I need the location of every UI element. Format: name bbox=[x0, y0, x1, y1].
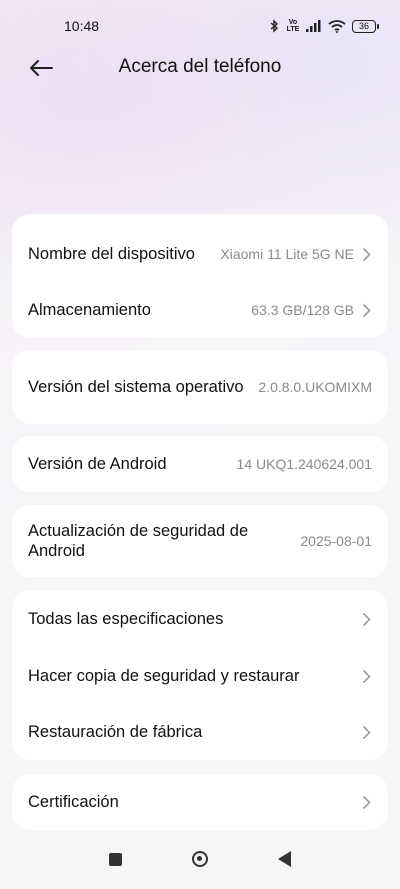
storage-label: Almacenamiento bbox=[28, 301, 151, 319]
android-version-label: Versión de Android bbox=[28, 455, 167, 473]
storage-row[interactable]: Almacenamiento 63.3 GB/128 GB bbox=[12, 286, 388, 334]
security-update-row[interactable]: Actualización de seguridad de Android 20… bbox=[12, 505, 388, 577]
backup-restore-label: Hacer copia de seguridad y restaurar bbox=[28, 667, 300, 685]
android-version-value: 14 UKQ1.240624.001 bbox=[236, 456, 372, 472]
chevron-right-icon bbox=[362, 611, 372, 627]
android-version-card: Versión de Android 14 UKQ1.240624.001 bbox=[12, 436, 388, 492]
wifi-icon bbox=[328, 19, 346, 33]
certification-card: Certificación bbox=[12, 774, 388, 830]
os-version-value: 2.0.8.0.UKOMIXM bbox=[258, 379, 372, 395]
page-title: Acerca del teléfono bbox=[118, 56, 282, 77]
recents-square-icon[interactable] bbox=[109, 852, 122, 866]
home-circle-icon[interactable] bbox=[192, 851, 208, 867]
chevron-right-icon bbox=[362, 794, 372, 810]
certification-label: Certificación bbox=[28, 793, 119, 811]
device-name-value: Xiaomi 11 Lite 5G NE bbox=[220, 246, 354, 262]
chevron-right-icon bbox=[362, 724, 372, 740]
android-version-row[interactable]: Versión de Android 14 UKQ1.240624.001 bbox=[12, 436, 388, 492]
storage-value: 63.3 GB/128 GB bbox=[251, 302, 354, 318]
navigation-bar bbox=[0, 829, 400, 889]
battery-icon: 36 bbox=[352, 19, 379, 33]
device-name-label: Nombre del dispositivo bbox=[28, 245, 195, 263]
device-card: Nombre del dispositivo Xiaomi 11 Lite 5G… bbox=[12, 214, 388, 338]
status-icons: Vo LTE 36 bbox=[269, 19, 379, 33]
signal-icon bbox=[306, 20, 321, 32]
security-update-value: 2025-08-01 bbox=[300, 533, 372, 549]
device-name-row[interactable]: Nombre del dispositivo Xiaomi 11 Lite 5G… bbox=[12, 214, 388, 294]
backup-restore-row[interactable]: Hacer copia de seguridad y restaurar bbox=[12, 648, 388, 704]
os-version-label: Versión del sistema operativo bbox=[28, 378, 244, 396]
chevron-right-icon bbox=[362, 668, 372, 684]
advanced-options-card: Todas las especificaciones Hacer copia d… bbox=[12, 590, 388, 760]
bluetooth-icon bbox=[270, 19, 279, 33]
chevron-right-icon bbox=[362, 246, 372, 262]
status-time: 10:48 bbox=[64, 18, 100, 34]
factory-reset-label: Restauración de fábrica bbox=[28, 723, 203, 741]
security-update-card: Actualización de seguridad de Android 20… bbox=[12, 505, 388, 577]
all-specs-label: Todas las especificaciones bbox=[28, 610, 224, 628]
chevron-right-icon bbox=[362, 302, 372, 318]
all-specs-row[interactable]: Todas las especificaciones bbox=[12, 590, 388, 648]
battery-level: 36 bbox=[358, 21, 369, 31]
os-version-card: Versión del sistema operativo 2.0.8.0.UK… bbox=[12, 350, 388, 424]
certification-row[interactable]: Certificación bbox=[12, 774, 388, 830]
back-triangle-icon[interactable] bbox=[278, 851, 291, 867]
factory-reset-row[interactable]: Restauración de fábrica bbox=[12, 704, 388, 760]
header: Acerca del teléfono bbox=[0, 44, 400, 92]
security-update-label: Actualización de seguridad de Android bbox=[28, 522, 249, 560]
volte-icon: Vo LTE bbox=[286, 19, 300, 33]
os-version-row[interactable]: Versión del sistema operativo 2.0.8.0.UK… bbox=[12, 350, 388, 424]
